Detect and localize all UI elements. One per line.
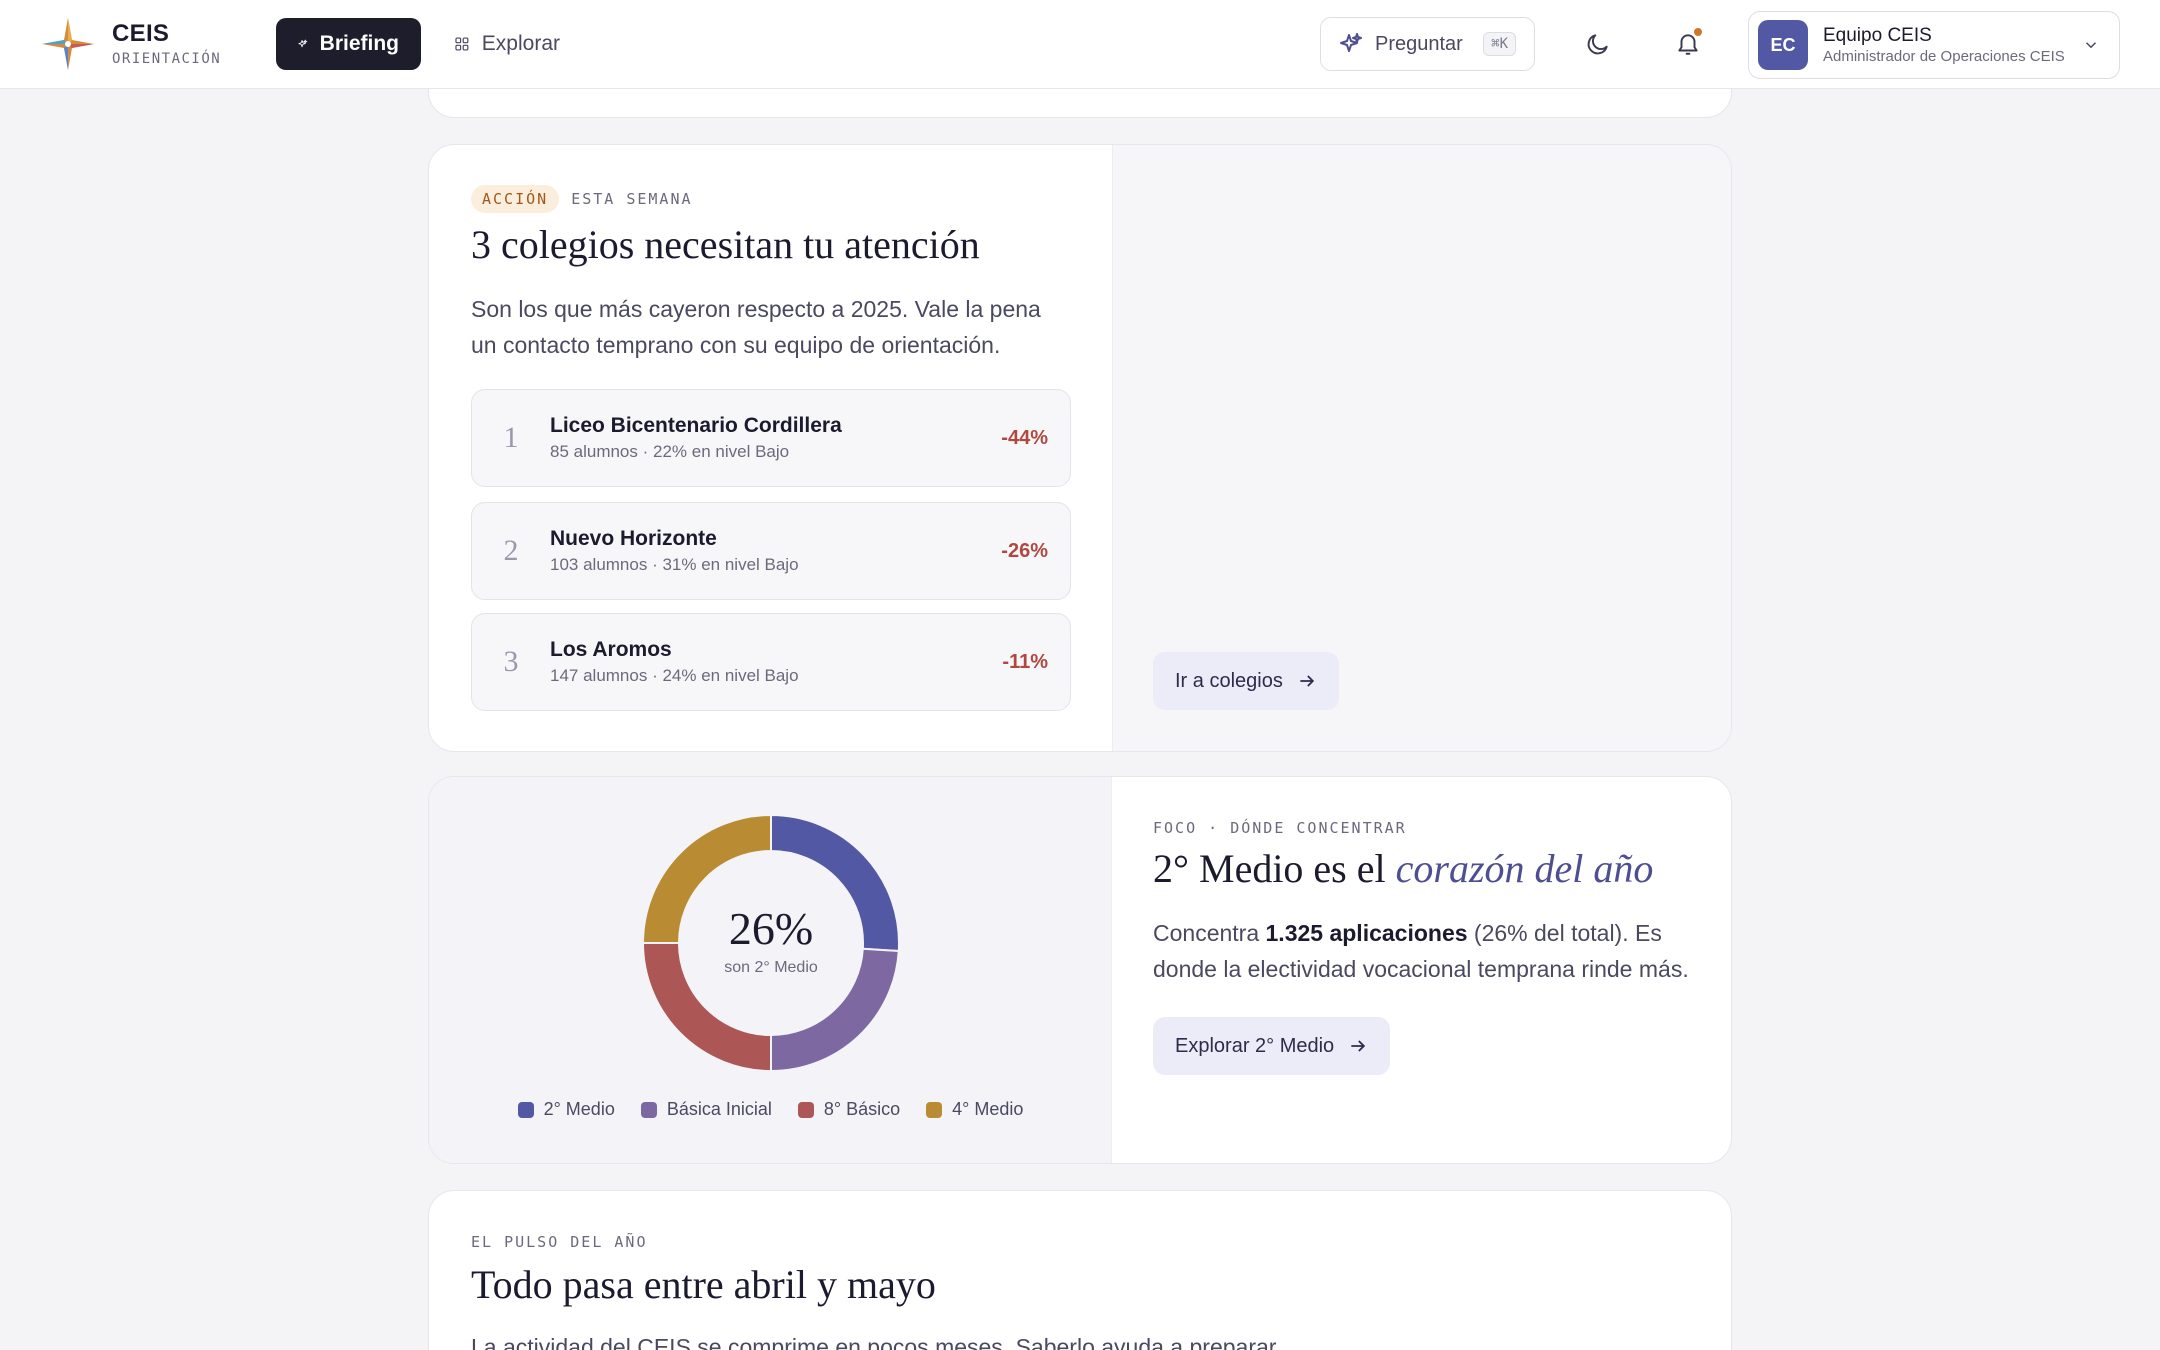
nav-explorar-button[interactable]: Explorar xyxy=(432,18,582,70)
action-title: 3 colegios necesitan tu atención xyxy=(471,222,980,267)
school-info: Los Aromos 147 alumnos · 24% en nivel Ba… xyxy=(550,636,799,688)
explore-2-medio-button[interactable]: Explorar 2° Medio xyxy=(1153,1017,1391,1075)
nav-explorar-label: Explorar xyxy=(481,32,560,55)
notifications-button[interactable] xyxy=(1666,22,1710,66)
focus-eyebrow: FOCO · DÓNDE CONCENTRAR xyxy=(1153,819,1407,837)
brand-name: CEIS xyxy=(112,20,170,47)
ask-label: Preguntar xyxy=(1375,32,1463,55)
legend-swatch xyxy=(797,1101,814,1118)
ask-button[interactable]: Preguntar ⌘K xyxy=(1320,17,1535,71)
action-badge: ACCIÓN xyxy=(471,185,560,213)
legend-item: 4° Medio xyxy=(926,1099,1023,1120)
legend-label: Básica Inicial xyxy=(666,1099,772,1119)
school-info: Nuevo Horizonte 103 alumnos · 31% en niv… xyxy=(550,525,799,577)
school-rank: 2 xyxy=(503,534,519,567)
school-delta: -44% xyxy=(1001,426,1048,449)
donut-value: 26% xyxy=(728,903,814,954)
focus-title-emphasis: corazón del año xyxy=(1395,846,1654,891)
pulse-eyebrow: EL PULSO DEL AÑO xyxy=(471,1233,648,1251)
nav-briefing-button[interactable]: Briefing xyxy=(276,18,421,70)
donut-center: 26% son 2° Medio xyxy=(641,813,901,1073)
pulse-title: Todo pasa entre abril y mayo xyxy=(471,1262,936,1307)
notification-dot xyxy=(1694,28,1702,36)
focus-body-bold: 1.325 aplicaciones xyxy=(1265,920,1468,946)
go-to-schools-button[interactable]: Ir a colegios xyxy=(1153,652,1339,710)
brand: CEIS ORIENTACIÓN xyxy=(112,20,221,67)
legend-label: 2° Medio xyxy=(543,1099,615,1119)
user-name: Equipo CEIS xyxy=(1823,24,1932,46)
theme-toggle-button[interactable] xyxy=(1576,22,1620,66)
grid-icon xyxy=(455,37,469,51)
action-card: ACCIÓN ESTA SEMANA 3 colegios necesitan … xyxy=(428,144,1732,752)
focus-title: 2° Medio es el corazón del año xyxy=(1153,845,1653,893)
legend-swatch xyxy=(640,1101,657,1118)
ceis-logo-icon[interactable] xyxy=(40,16,96,72)
legend-swatch xyxy=(517,1101,534,1118)
school-detail: 85 alumnos · 22% en nivel Bajo xyxy=(550,442,790,461)
school-name: Los Aromos xyxy=(550,638,672,661)
focus-chart-panel: 26% son 2° Medio 2° Medio Básica Inicial… xyxy=(429,777,1112,1163)
legend-item: 2° Medio xyxy=(517,1099,615,1120)
pulse-card: EL PULSO DEL AÑO Todo pasa entre abril y… xyxy=(428,1190,1732,1350)
user-menu[interactable]: EC Equipo CEIS Administrador de Operacio… xyxy=(1748,11,2120,79)
explore-2-medio-label: Explorar 2° Medio xyxy=(1175,1034,1335,1057)
user-role: Administrador de Operaciones CEIS xyxy=(1823,47,2065,65)
school-row[interactable]: 1 Liceo Bicentenario Cordillera 85 alumn… xyxy=(471,389,1071,487)
school-detail: 147 alumnos · 24% en nivel Bajo xyxy=(550,666,799,685)
sparkle-icon xyxy=(298,39,308,48)
action-description: Son los que más cayeron respecto a 2025.… xyxy=(471,296,1041,358)
focus-body-pre: Concentra xyxy=(1153,920,1266,946)
school-info: Liceo Bicentenario Cordillera 85 alumnos… xyxy=(550,412,842,464)
legend-label: 4° Medio xyxy=(952,1099,1024,1119)
donut-label: son 2° Medio xyxy=(724,959,818,976)
user-info: Equipo CEIS Administrador de Operaciones… xyxy=(1823,24,2065,67)
chart-legend: 2° Medio Básica Inicial 8° Básico 4° Med… xyxy=(429,1099,1112,1120)
chevron-down-icon xyxy=(2085,42,2097,49)
moon-icon xyxy=(1587,34,1608,55)
pulse-description: La actividad del CEIS se comprime en poc… xyxy=(471,1334,1277,1350)
focus-card: 26% son 2° Medio 2° Medio Básica Inicial… xyxy=(428,776,1732,1164)
focus-description: Concentra 1.325 aplicaciones (26% del to… xyxy=(1153,915,1713,987)
avatar: EC xyxy=(1758,20,1808,70)
school-row[interactable]: 2 Nuevo Horizonte 103 alumnos · 31% en n… xyxy=(471,502,1071,600)
top-bar: CEIS ORIENTACIÓN Briefing Explorar Pregu… xyxy=(0,0,2160,89)
donut-chart: 26% son 2° Medio xyxy=(641,813,901,1073)
action-eyebrow-text: ESTA SEMANA xyxy=(571,190,693,208)
action-eyebrow: ACCIÓN ESTA SEMANA xyxy=(471,185,693,213)
school-row[interactable]: 3 Los Aromos 147 alumnos · 24% en nivel … xyxy=(471,613,1071,711)
school-delta: -11% xyxy=(1002,650,1048,673)
school-detail: 103 alumnos · 31% en nivel Bajo xyxy=(550,555,799,574)
nav-briefing-label: Briefing xyxy=(319,32,399,55)
go-to-schools-label: Ir a colegios xyxy=(1175,669,1283,692)
arrow-right-icon xyxy=(1300,675,1314,687)
focus-title-plain: 2° Medio es el xyxy=(1153,846,1396,891)
legend-item: Básica Inicial xyxy=(640,1099,772,1120)
school-delta: -26% xyxy=(1001,539,1048,562)
school-name: Nuevo Horizonte xyxy=(550,527,717,550)
school-name: Liceo Bicentenario Cordillera xyxy=(550,414,842,437)
arrow-right-icon xyxy=(1351,1040,1366,1052)
brand-subtitle: ORIENTACIÓN xyxy=(112,51,222,67)
sparkle-icon xyxy=(1340,33,1362,52)
ask-shortcut: ⌘K xyxy=(1483,32,1516,56)
school-rank: 3 xyxy=(503,645,519,678)
school-rank: 1 xyxy=(503,421,519,454)
legend-swatch xyxy=(926,1101,943,1118)
legend-label: 8° Básico xyxy=(823,1099,901,1119)
legend-item: 8° Básico xyxy=(797,1099,901,1120)
